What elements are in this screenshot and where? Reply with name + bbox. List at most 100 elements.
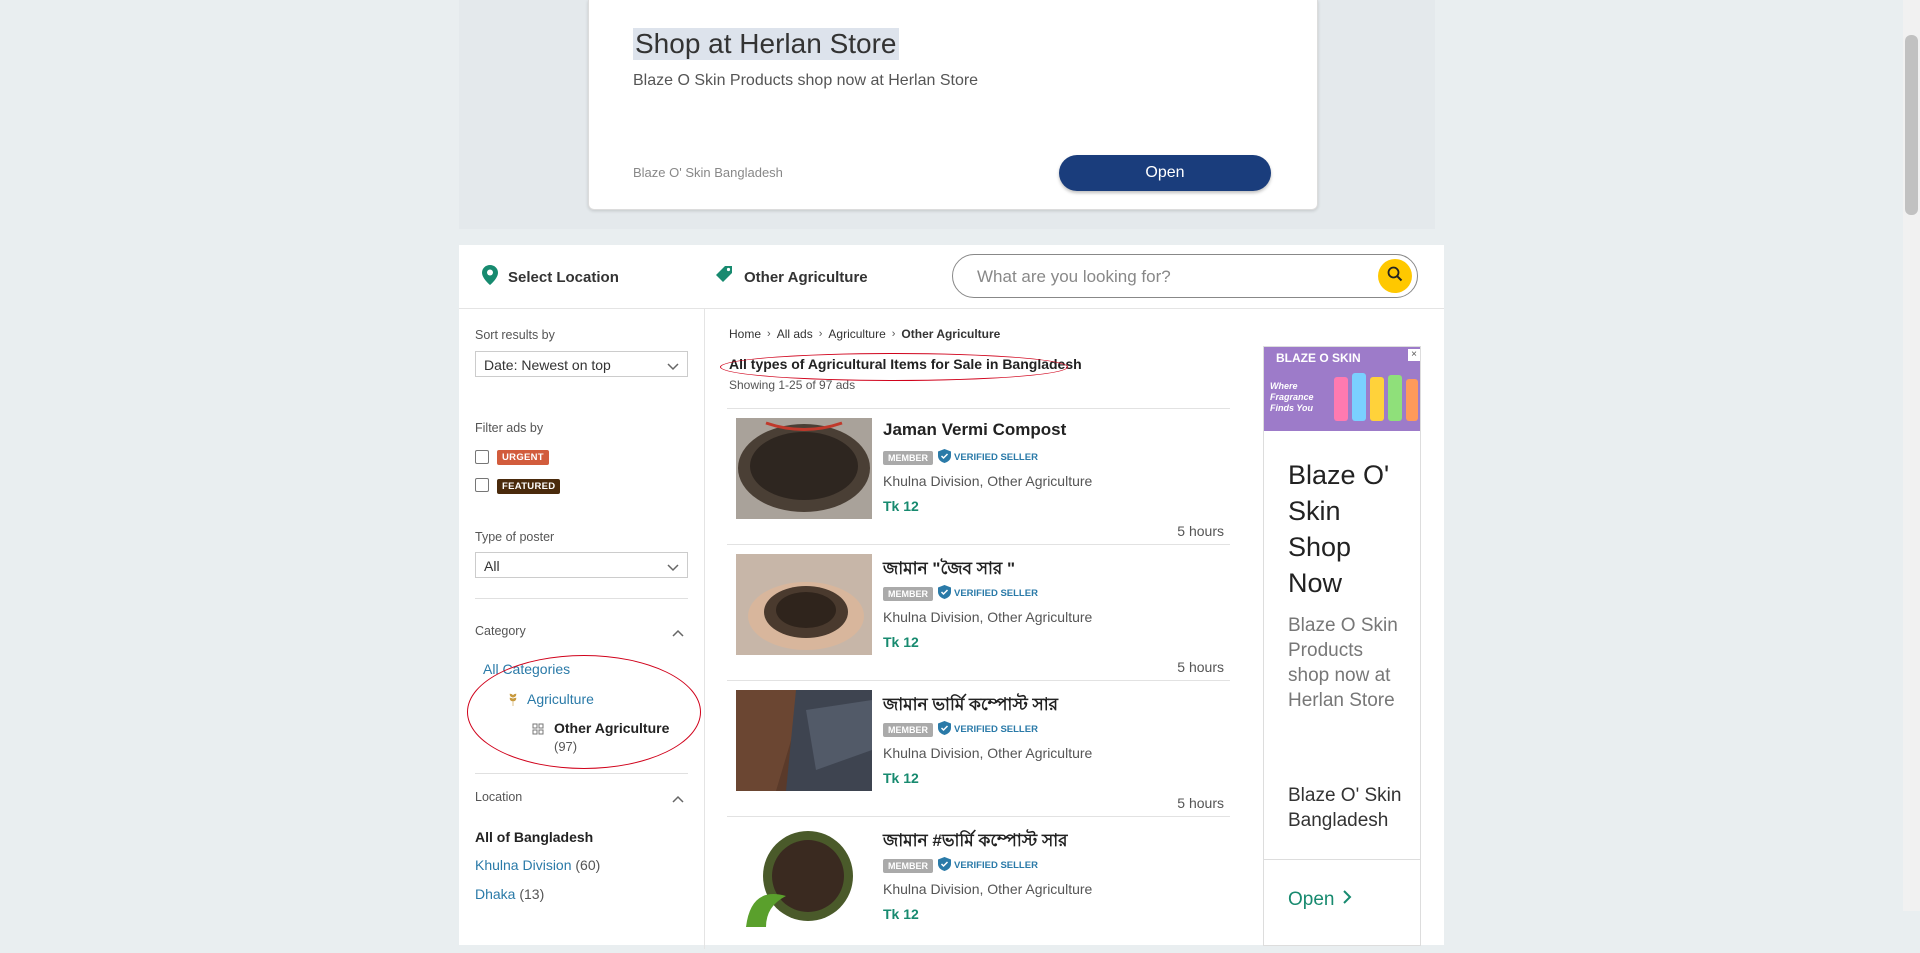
top-ad-brand: Blaze O' Skin Bangladesh [633,165,783,180]
divider [475,773,688,774]
listing-item[interactable]: জামান ভার্মি কম্পোস্ট সার MEMBER VERIFIE… [727,680,1230,817]
chevron-up-icon [672,626,684,640]
listing-item[interactable]: Jaman Vermi Compost MEMBER VERIFIED SELL… [727,408,1230,545]
all-categories-link[interactable]: All Categories [483,661,570,677]
chevron-right-icon: › [891,328,896,340]
ad-close-icon[interactable]: × [1408,349,1420,361]
listing-thumbnail [736,554,872,655]
listing-title[interactable]: জামান #ভার্মি কম্পোস্ট সার [883,828,1067,856]
verified-seller-badge: VERIFIED SELLER [938,721,1038,738]
verified-seller-badge: VERIFIED SELLER [938,857,1038,874]
side-ad-title[interactable]: Blaze O' Skin Shop Now [1288,457,1408,601]
listing-location: Khulna Division, Other Agriculture [883,473,1093,489]
listing-price: Tk 12 [883,906,919,922]
top-ad-open-button[interactable]: Open [1059,155,1271,191]
location-section-toggle[interactable]: Location [475,790,688,804]
current-category: Other Agriculture [554,720,670,736]
listing-time: 5 hours [1177,795,1224,811]
side-ad-tagline: Where Fragrance Finds You [1270,381,1314,413]
results-count: Showing 1-25 of 97 ads [729,378,856,392]
listing-item[interactable]: জামান #ভার্মি কম্পোস্ট সার MEMBER VERIFI… [727,816,1230,953]
chevron-right-icon: › [767,328,771,340]
agriculture-category-link[interactable]: Agriculture [527,691,594,707]
side-ad-open-label: Open [1288,889,1335,910]
listing-time: 5 hours [1177,659,1224,675]
category-selector-label: Other Agriculture [744,268,868,286]
poster-type-label: Type of poster [475,530,555,544]
poster-type-value: All [484,558,500,574]
select-location-label: Select Location [508,268,619,286]
grid-icon [532,722,544,740]
category-selector-button[interactable]: Other Agriculture [714,265,868,289]
listing-price: Tk 12 [883,634,919,650]
verified-seller-label: VERIFIED SELLER [954,724,1038,735]
side-ad-subtitle: Blaze O Skin Products shop now at Herlan… [1288,615,1398,711]
featured-checkbox[interactable] [475,478,489,492]
seller-badges: MEMBER VERIFIED SELLER [883,857,1038,874]
divider [1264,859,1420,860]
chevron-down-icon [667,559,679,575]
listing-thumbnail [736,826,872,927]
verified-shield-icon [938,585,951,602]
urgent-checkbox[interactable] [475,450,489,464]
verified-shield-icon [938,449,951,466]
listing-location: Khulna Division, Other Agriculture [883,609,1093,625]
location-pin-icon [482,265,498,289]
location-count: (13) [519,886,545,902]
breadcrumb-agriculture[interactable]: Agriculture [828,327,885,341]
featured-tag: FEATURED [497,479,561,494]
listing-title[interactable]: জামান ভার্মি কম্পোস্ট সার [883,692,1058,720]
divider [475,598,688,599]
scrollbar-thumb[interactable] [1905,35,1918,215]
listing-time: 5 hours [1177,523,1224,539]
listing-price: Tk 12 [883,770,919,786]
verified-seller-label: VERIFIED SELLER [954,588,1038,599]
location-link-khulna[interactable]: Khulna Division (60) [475,857,600,873]
verified-seller-label: VERIFIED SELLER [954,860,1038,871]
seller-badges: MEMBER VERIFIED SELLER [883,585,1038,602]
search-box [952,254,1418,298]
breadcrumb-current: Other Agriculture [901,327,1001,341]
sort-label: Sort results by [475,328,555,342]
urgent-tag: URGENT [497,450,549,465]
location-name: Khulna Division [475,857,572,873]
search-icon [1387,266,1403,287]
top-ad-title[interactable]: Shop at Herlan Store [633,28,899,60]
side-ad-brand: Blaze O' Skin Bangladesh [1288,785,1402,831]
sort-select[interactable]: Date: Newest on top [475,351,688,377]
location-link-dhaka[interactable]: Dhaka (13) [475,886,544,902]
page-scrollbar[interactable] [1903,0,1920,911]
select-location-button[interactable]: Select Location [482,265,619,289]
poster-type-select[interactable]: All [475,552,688,578]
tag-icon [714,265,734,289]
breadcrumb-home[interactable]: Home [729,327,761,341]
verified-seller-badge: VERIFIED SELLER [938,585,1038,602]
chevron-right-icon: › [818,328,823,340]
member-badge: MEMBER [883,722,933,737]
location-heading: Location [475,790,523,804]
seller-badges: MEMBER VERIFIED SELLER [883,721,1038,738]
top-ad-subtitle: Blaze O Skin Products shop now at Herlan… [633,72,979,89]
listing-title[interactable]: জামান "জৈব সার " [883,556,1015,584]
side-ad-logo: BLAZE O SKIN [1276,351,1361,365]
verified-shield-icon [938,857,951,874]
side-ad[interactable]: BLAZE O SKIN Where Fragrance Finds You ×… [1263,346,1421,946]
category-section-toggle[interactable]: Category [475,624,688,638]
member-badge: MEMBER [883,858,933,873]
sort-select-value: Date: Newest on top [484,357,611,373]
member-badge: MEMBER [883,450,933,465]
current-category-count: (97) [554,739,578,754]
top-ad-card[interactable]: Shop at Herlan Store Blaze O Skin Produc… [588,0,1318,210]
wheat-icon [507,692,519,711]
search-button[interactable] [1378,259,1412,293]
listing-item[interactable]: জামান "জৈব সার " MEMBER VERIFIED SELLER … [727,544,1230,681]
side-ad-open-button[interactable]: Open [1288,889,1352,911]
side-ad-banner: BLAZE O SKIN Where Fragrance Finds You × [1264,347,1420,431]
breadcrumb-all-ads[interactable]: All ads [777,327,813,341]
listing-thumbnail [736,418,872,519]
listing-price: Tk 12 [883,498,919,514]
search-input[interactable] [975,263,1359,291]
listing-title[interactable]: Jaman Vermi Compost [883,420,1066,440]
page-title: All types of Agricultural Items for Sale… [729,356,1082,372]
search-bar-row: Select Location Other Agriculture [459,245,1444,309]
